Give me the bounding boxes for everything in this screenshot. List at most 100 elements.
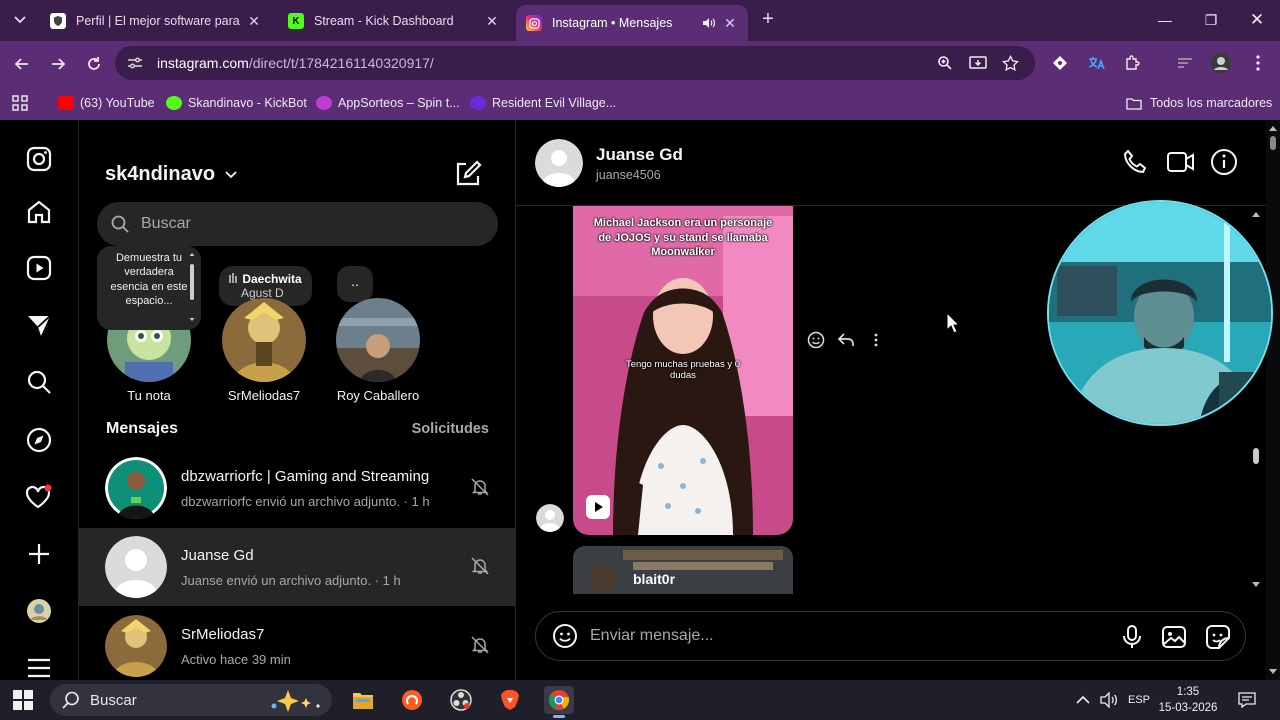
file-explorer-icon[interactable] <box>348 686 378 714</box>
bookmark-label: Resident Evil Village... <box>492 96 617 110</box>
restore-button[interactable]: ❐ <box>1196 8 1226 32</box>
image-gallery-icon[interactable] <box>1161 624 1187 650</box>
url-bar[interactable]: instagram.com/direct/t/17842161140320917… <box>115 46 1035 80</box>
story-srmeliodas7[interactable]: SrMeliodas7 <box>222 298 306 403</box>
chat-name[interactable]: Juanse Gd <box>596 145 683 165</box>
forward-button[interactable] <box>45 51 71 77</box>
obs-icon[interactable] <box>446 686 476 714</box>
page-scrollbar[interactable] <box>1266 120 1280 680</box>
new-tab-button[interactable]: + <box>758 9 778 30</box>
reels-icon[interactable] <box>24 253 54 283</box>
address-bar: instagram.com/direct/t/17842161140320917… <box>0 41 1280 86</box>
reload-button[interactable] <box>81 51 107 77</box>
info-icon[interactable] <box>1210 148 1240 178</box>
emoji-icon[interactable] <box>552 623 578 649</box>
bookmark-label: AppSorteos – Spin t... <box>338 96 460 110</box>
search-icon <box>111 215 129 233</box>
reading-list-icon[interactable] <box>1172 50 1198 76</box>
apps-grid-icon[interactable] <box>12 93 28 113</box>
extension-diamond-icon[interactable] <box>1047 50 1073 76</box>
new-message-compose-icon[interactable] <box>454 160 482 188</box>
music-bars-icon <box>229 273 239 283</box>
message-composer[interactable] <box>535 611 1246 661</box>
input-language[interactable]: ESP <box>1128 680 1150 720</box>
search-icon <box>62 691 80 709</box>
shared-reel-video[interactable]: Michael Jackson era un personaje de JOJO… <box>573 206 793 535</box>
reel-play-icon <box>585 494 611 520</box>
volume-icon[interactable] <box>1100 680 1118 720</box>
taskbar-search[interactable]: Buscar <box>50 684 332 716</box>
sticker-icon[interactable] <box>1205 624 1231 650</box>
note-bubble[interactable]: .. <box>337 266 373 302</box>
note-scrollbar[interactable] <box>189 252 195 322</box>
reply-arrow-icon[interactable] <box>836 330 856 350</box>
explore-compass-icon[interactable] <box>24 425 54 455</box>
minimize-button[interactable]: — <box>1150 8 1180 32</box>
bookmark-kickbot[interactable]: Skandinavo - KickBot <box>166 93 307 113</box>
install-app-icon[interactable] <box>965 50 991 76</box>
search-icon[interactable] <box>24 367 54 397</box>
message-input[interactable] <box>590 627 1090 645</box>
url-path: /direct/t/17842161140320917/ <box>248 55 434 71</box>
tab-close-button[interactable]: ✕ <box>722 15 738 32</box>
profile-avatar[interactable] <box>24 596 54 626</box>
requests-link[interactable]: Solicitudes <box>412 421 489 437</box>
tab-close-button[interactable]: ✕ <box>484 13 500 30</box>
speaker-icon[interactable] <box>702 17 716 29</box>
microphone-icon[interactable] <box>1119 624 1145 650</box>
instagram-logo-icon[interactable] <box>24 144 54 174</box>
tray-overflow-icon[interactable] <box>1076 680 1090 720</box>
phone-call-icon[interactable] <box>1122 148 1152 178</box>
post-username: blait0r <box>633 571 676 587</box>
extensions-puzzle-icon[interactable] <box>1119 50 1145 76</box>
thread-srmeliodas7[interactable]: SrMeliodas7 Activo hace 39 min <box>79 607 516 685</box>
all-bookmarks[interactable]: Todos los marcadores <box>1126 93 1272 113</box>
own-note-bubble[interactable]: Demuestra tu verdadera esencia en este e… <box>97 246 201 330</box>
browser-tab-bar: Perfil | El mejor software para p ✕ K St… <box>0 0 1280 41</box>
create-plus-icon[interactable] <box>24 539 54 569</box>
extension-translate-icon[interactable] <box>1083 50 1109 76</box>
video-call-icon[interactable] <box>1166 148 1196 178</box>
site-info-icon[interactable] <box>127 56 147 70</box>
clock-time: 1:35 <box>1176 686 1200 698</box>
windows-start-icon[interactable] <box>13 690 33 710</box>
story-roy-caballero[interactable]: Roy Caballero <box>336 298 420 403</box>
chat-avatar[interactable] <box>535 139 583 187</box>
inbox-search[interactable] <box>97 202 498 246</box>
more-options-icon[interactable] <box>866 330 886 350</box>
tab-instagram[interactable]: Instagram • Mensajes ✕ <box>516 5 748 41</box>
taskbar-clock[interactable]: 1:35 15-03-2026 <box>1152 684 1224 716</box>
avatar <box>336 298 420 382</box>
app-orange-icon[interactable] <box>397 686 427 714</box>
notifications-heart-icon[interactable] <box>24 482 54 512</box>
thread-dbzwarriorfc[interactable]: dbzwarriorfc | Gaming and Streaming dbzw… <box>79 449 516 527</box>
notification-center-icon[interactable] <box>1238 680 1256 720</box>
tab-search-button[interactable] <box>8 9 32 31</box>
account-switcher[interactable]: sk4ndinavo <box>105 163 237 186</box>
react-emoji-icon[interactable] <box>806 330 826 350</box>
close-window-button[interactable]: ✕ <box>1242 8 1272 32</box>
home-icon[interactable] <box>24 197 54 227</box>
tab-kick[interactable]: K Stream - Kick Dashboard ✕ <box>278 6 510 36</box>
back-button[interactable] <box>9 51 35 77</box>
brave-browser-icon[interactable] <box>495 686 525 714</box>
direct-messages-icon[interactable] <box>24 310 54 340</box>
tab-title: Stream - Kick Dashboard <box>314 14 454 28</box>
zoom-icon[interactable] <box>932 50 958 76</box>
more-menu-icon[interactable] <box>24 653 54 683</box>
avatar <box>105 457 167 519</box>
bookmark-resident-evil[interactable]: Resident Evil Village... <box>470 93 616 113</box>
bookmark-youtube[interactable]: (63) YouTube <box>58 93 155 113</box>
chrome-browser-icon[interactable] <box>544 686 574 718</box>
bookmark-star-icon[interactable] <box>997 50 1023 76</box>
bookmark-label: (63) YouTube <box>80 96 155 110</box>
tab-close-button[interactable]: ✕ <box>246 13 262 30</box>
search-input[interactable] <box>141 215 461 233</box>
bookmarks-bar: (63) YouTube Skandinavo - KickBot AppSor… <box>0 86 1280 120</box>
bookmark-appsorteos[interactable]: AppSorteos – Spin t... <box>316 93 460 113</box>
tab-perfil[interactable]: Perfil | El mejor software para p ✕ <box>40 6 272 36</box>
browser-menu-icon[interactable] <box>1245 50 1271 76</box>
shared-post-preview[interactable]: blait0r <box>573 546 793 594</box>
thread-juanse-gd[interactable]: Juanse Gd Juanse envió un archivo adjunt… <box>79 528 516 606</box>
profile-avatar-icon[interactable] <box>1208 50 1234 76</box>
